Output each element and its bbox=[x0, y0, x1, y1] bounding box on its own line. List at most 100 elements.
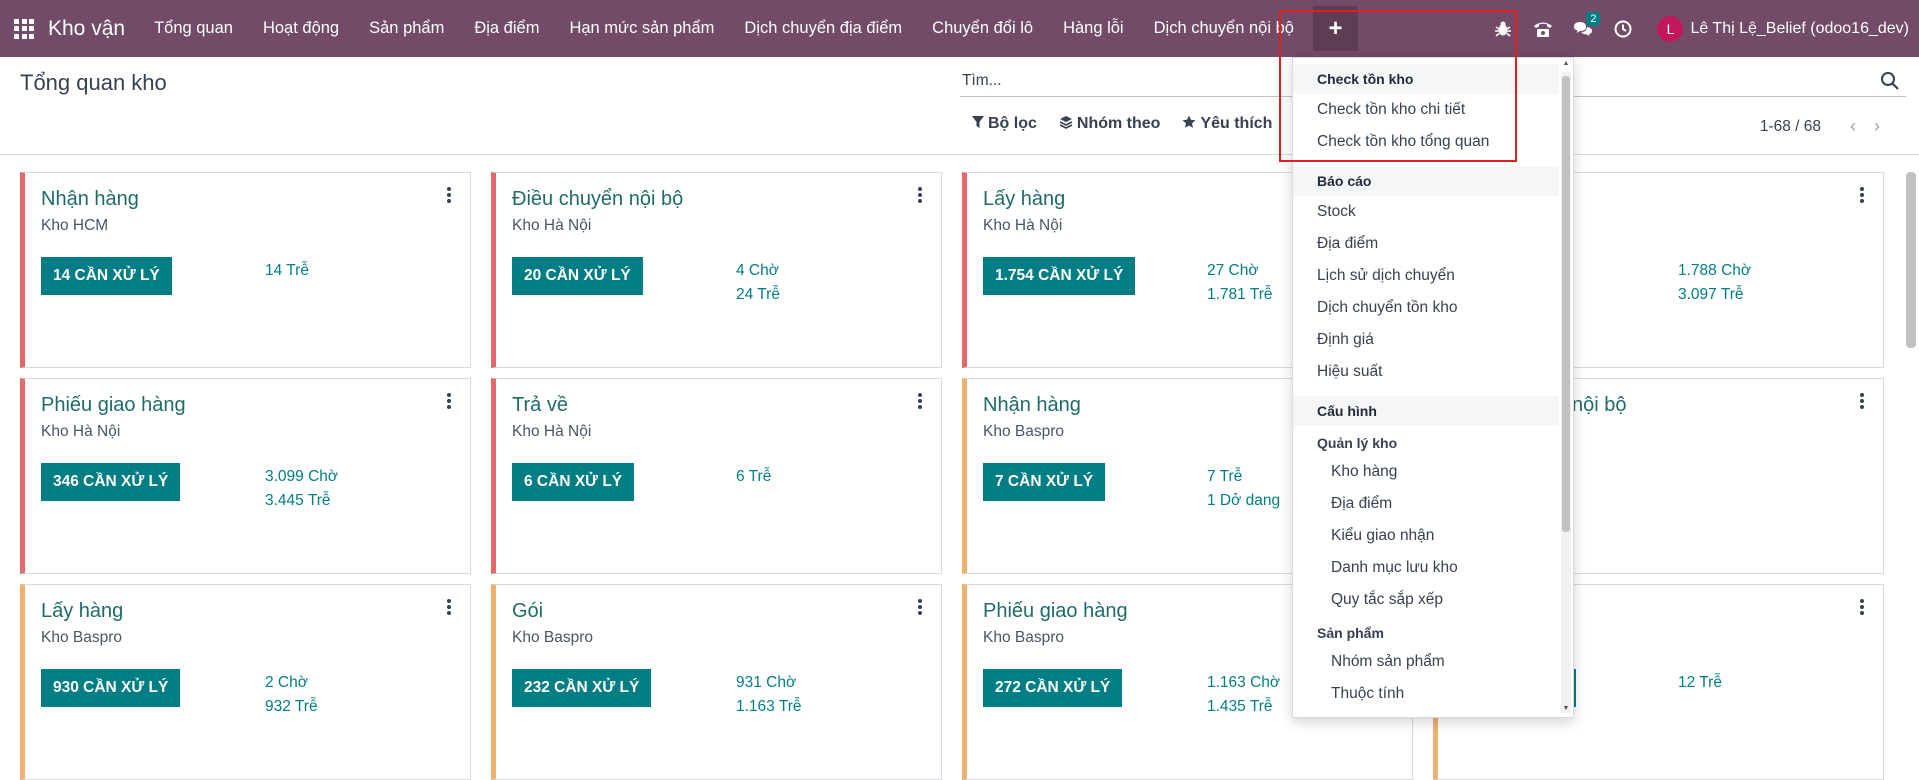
to-process-button[interactable]: 7 CẦN XỬ LÝ bbox=[983, 463, 1106, 501]
favorites-button[interactable]: Yêu thích bbox=[1182, 115, 1272, 133]
menu-report-stock[interactable]: Stock bbox=[1293, 196, 1559, 228]
group-by-button[interactable]: Nhóm theo bbox=[1059, 115, 1160, 133]
to-process-button[interactable]: 1.754 CẦN XỬ LÝ bbox=[983, 257, 1136, 295]
nav-locations[interactable]: Địa điểm bbox=[459, 0, 554, 57]
operation-card: Nhận hàng Kho HCM 14 CẦN XỬ LÝ 14 Trễ bbox=[20, 172, 471, 368]
card-kebab-icon[interactable] bbox=[446, 187, 452, 203]
card-kebab-icon[interactable] bbox=[917, 187, 923, 203]
apps-menu-icon[interactable] bbox=[14, 18, 34, 39]
dropdown-scrollbar[interactable]: ▲ ▼ bbox=[1561, 60, 1571, 715]
nav-internal-moves[interactable]: Dịch chuyển nội bộ bbox=[1139, 0, 1309, 57]
nav-product-limits[interactable]: Hạn mức sản phẩm bbox=[554, 0, 729, 57]
menu-locations[interactable]: Địa điểm bbox=[1293, 488, 1559, 520]
menu-report-valuation[interactable]: Định giá bbox=[1293, 324, 1559, 356]
operation-card: Gói Kho Baspro 232 CẦN XỬ LÝ 931 Chờ 1.16… bbox=[491, 584, 942, 780]
stat-late[interactable]: 3.097 Trễ bbox=[1678, 283, 1751, 307]
to-process-button[interactable]: 272 CẦN XỬ LÝ bbox=[983, 669, 1123, 707]
star-icon bbox=[1182, 115, 1196, 133]
menu-attributes[interactable]: Thuộc tính bbox=[1293, 678, 1559, 710]
card-title[interactable]: Trả về bbox=[512, 394, 568, 417]
stat-late[interactable]: 7 Trễ bbox=[1207, 465, 1280, 489]
pager-value[interactable]: 1-68 / 68 bbox=[1760, 118, 1821, 136]
menu-report-stock-moves[interactable]: Dịch chuyển tồn kho bbox=[1293, 292, 1559, 324]
menu-report-performance[interactable]: Hiệu suất bbox=[1293, 356, 1559, 388]
menu-product-categories[interactable]: Nhóm sản phẩm bbox=[1293, 646, 1559, 678]
scroll-down-icon[interactable]: ▼ bbox=[1561, 705, 1571, 715]
stat-waiting[interactable]: 27 Chờ bbox=[1207, 259, 1273, 283]
user-name: Lê Thị Lệ_Belief (odoo16_dev) bbox=[1690, 19, 1909, 37]
card-kebab-icon[interactable] bbox=[1859, 393, 1865, 409]
to-process-button[interactable]: 20 CẦN XỬ LÝ bbox=[512, 257, 643, 295]
stat-late[interactable]: 1.781 Trễ bbox=[1207, 283, 1273, 307]
nav-location-moves[interactable]: Dịch chuyển địa điểm bbox=[729, 0, 917, 57]
stat-late[interactable]: 1.435 Trễ bbox=[1207, 695, 1280, 719]
card-title[interactable]: Điều chuyển nội bộ bbox=[512, 188, 683, 211]
page-scrollbar[interactable] bbox=[1906, 172, 1916, 348]
stat-late[interactable]: 1.163 Trễ bbox=[736, 695, 802, 719]
stat-waiting[interactable]: 1.163 Chờ bbox=[1207, 671, 1280, 695]
card-kebab-icon[interactable] bbox=[917, 599, 923, 615]
card-title[interactable]: nội bộ bbox=[1572, 394, 1627, 417]
stat-late[interactable]: 14 Trễ bbox=[265, 259, 309, 283]
filter-button[interactable]: Bộ lọc bbox=[972, 115, 1037, 133]
card-warehouse: Kho Hà Nội bbox=[41, 423, 121, 440]
stat-waiting[interactable]: 1.788 Chờ bbox=[1678, 259, 1751, 283]
menu-check-stock-detail[interactable]: Check tồn kho chi tiết bbox=[1293, 94, 1559, 126]
card-kebab-icon[interactable] bbox=[446, 599, 452, 615]
subsection-products: Sản phẩm bbox=[1317, 625, 1384, 641]
menu-operation-types[interactable]: Kiểu giao nhận bbox=[1293, 520, 1559, 552]
menu-report-moves-history[interactable]: Lịch sử dịch chuyển bbox=[1293, 260, 1559, 292]
to-process-button[interactable]: 930 CẦN XỬ LÝ bbox=[41, 669, 181, 707]
stat-late[interactable]: 932 Trễ bbox=[265, 695, 318, 719]
nav-defective-goods[interactable]: Hàng lỗi bbox=[1048, 0, 1139, 57]
card-kebab-icon[interactable] bbox=[446, 393, 452, 409]
menu-check-stock-overview[interactable]: Check tồn kho tổng quan bbox=[1293, 126, 1559, 158]
scroll-up-icon[interactable]: ▲ bbox=[1561, 60, 1571, 70]
app-title[interactable]: Kho vận bbox=[48, 17, 125, 41]
menu-putaway-rules[interactable]: Quy tắc sắp xếp bbox=[1293, 584, 1559, 616]
stat-waiting[interactable]: 2 Chờ bbox=[265, 671, 318, 695]
stat-late[interactable]: 12 Trễ bbox=[1678, 671, 1722, 695]
stat-late[interactable]: 6 Trễ bbox=[736, 465, 771, 489]
search-icon[interactable] bbox=[1880, 71, 1900, 91]
pager-previous-icon[interactable]: ‹ bbox=[1841, 116, 1865, 137]
stat-in-progress[interactable]: 1 Dở dang bbox=[1207, 489, 1280, 513]
card-title[interactable]: Nhận hàng bbox=[41, 188, 139, 211]
pager-next-icon[interactable]: › bbox=[1865, 116, 1889, 137]
user-menu[interactable]: L Lê Thị Lệ_Belief (odoo16_dev) bbox=[1643, 0, 1919, 57]
more-menu-plus-button[interactable]: + bbox=[1312, 6, 1358, 51]
to-process-button[interactable]: 6 CẦN XỬ LÝ bbox=[512, 463, 635, 501]
kanban-view: Nhận hàng Kho HCM 14 CẦN XỬ LÝ 14 Trễ Đi… bbox=[0, 156, 1919, 780]
card-title[interactable]: Phiếu giao hàng bbox=[41, 394, 186, 417]
to-process-button[interactable]: 14 CẦN XỬ LÝ bbox=[41, 257, 172, 295]
debug-bug-icon[interactable] bbox=[1483, 0, 1523, 57]
card-kebab-icon[interactable] bbox=[1859, 187, 1865, 203]
stat-waiting[interactable]: 3.099 Chờ bbox=[265, 465, 338, 489]
to-process-button[interactable]: 346 CẦN XỬ LÝ bbox=[41, 463, 181, 501]
card-title[interactable]: Lấy hàng bbox=[983, 188, 1065, 211]
to-process-button[interactable]: 232 CẦN XỬ LÝ bbox=[512, 669, 652, 707]
card-title[interactable]: Nhận hàng bbox=[983, 394, 1081, 417]
menu-report-locations[interactable]: Địa điểm bbox=[1293, 228, 1559, 260]
stat-late[interactable]: 24 Trễ bbox=[736, 283, 780, 307]
card-warehouse: Kho Hà Nội bbox=[512, 217, 592, 234]
nav-products[interactable]: Sản phẩm bbox=[354, 0, 459, 57]
card-kebab-icon[interactable] bbox=[1859, 599, 1865, 615]
card-title[interactable]: Lấy hàng bbox=[41, 600, 123, 623]
operation-card: Trả về Kho Hà Nội 6 CẦN XỬ LÝ 6 Trễ bbox=[491, 378, 942, 574]
messages-icon[interactable]: 2 bbox=[1563, 0, 1603, 57]
stat-waiting[interactable]: 931 Chờ bbox=[736, 671, 802, 695]
card-title[interactable]: Gói bbox=[512, 600, 543, 623]
stat-waiting[interactable]: 4 Chờ bbox=[736, 259, 780, 283]
card-title[interactable]: Phiếu giao hàng bbox=[983, 600, 1128, 623]
dropdown-scroll-thumb[interactable] bbox=[1562, 76, 1570, 532]
stat-late[interactable]: 3.445 Trễ bbox=[265, 489, 338, 513]
nav-operations[interactable]: Hoạt động bbox=[248, 0, 354, 57]
activity-clock-icon[interactable] bbox=[1603, 0, 1643, 57]
nav-lot-conversion[interactable]: Chuyển đổi lô bbox=[917, 0, 1048, 57]
menu-storage-categories[interactable]: Danh mục lưu kho bbox=[1293, 552, 1559, 584]
card-kebab-icon[interactable] bbox=[917, 393, 923, 409]
phone-icon[interactable] bbox=[1523, 0, 1563, 57]
menu-warehouses[interactable]: Kho hàng bbox=[1293, 456, 1559, 488]
nav-overview[interactable]: Tổng quan bbox=[139, 0, 248, 57]
